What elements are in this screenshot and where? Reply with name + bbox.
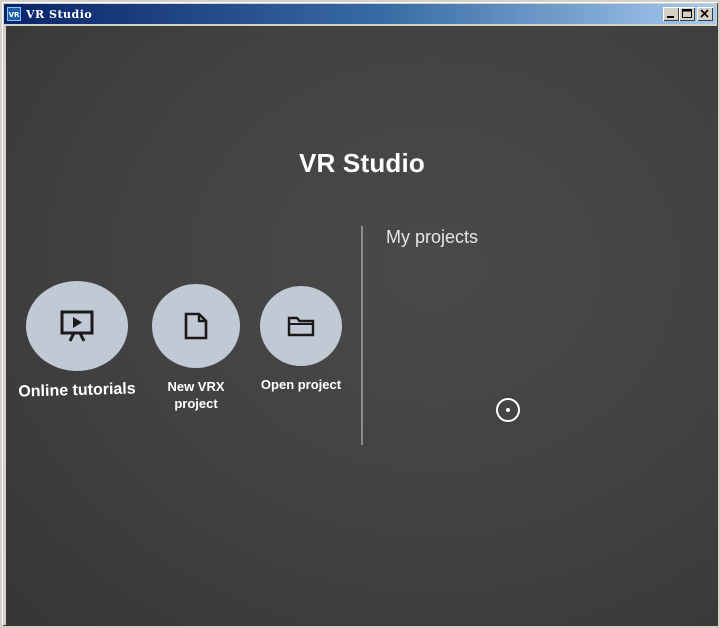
open-project-circle[interactable] [260, 286, 342, 366]
new-project-circle[interactable] [152, 284, 240, 368]
close-button[interactable] [697, 7, 713, 21]
new-file-icon [184, 312, 208, 340]
maximize-button[interactable] [679, 7, 695, 21]
online-tutorials-circle[interactable] [26, 281, 128, 371]
folder-icon [287, 316, 315, 337]
spinner-dot [506, 408, 510, 412]
online-tutorials-label: Online tutorials [18, 380, 136, 401]
title-bar[interactable]: VR VR Studio [4, 4, 716, 24]
minimize-icon [667, 16, 674, 18]
section-divider [361, 226, 363, 445]
loading-spinner-icon [496, 398, 520, 422]
new-project-label: New VRX project [167, 379, 225, 411]
presentation-play-icon [60, 310, 94, 342]
maximize-icon [682, 9, 692, 18]
app-window: VR VR Studio VR Studio Online tutorials … [0, 0, 720, 628]
window-title: VR Studio [26, 7, 93, 21]
app-icon: VR [7, 7, 21, 21]
open-project-label: Open project [260, 377, 342, 392]
close-icon [700, 9, 709, 18]
page-title: VR Studio [298, 148, 425, 178]
window-controls [663, 7, 713, 21]
minimize-button[interactable] [663, 7, 679, 21]
my-projects-heading: My projects [386, 227, 479, 247]
main-content: VR Studio Online tutorials New VRX proje… [6, 26, 718, 626]
